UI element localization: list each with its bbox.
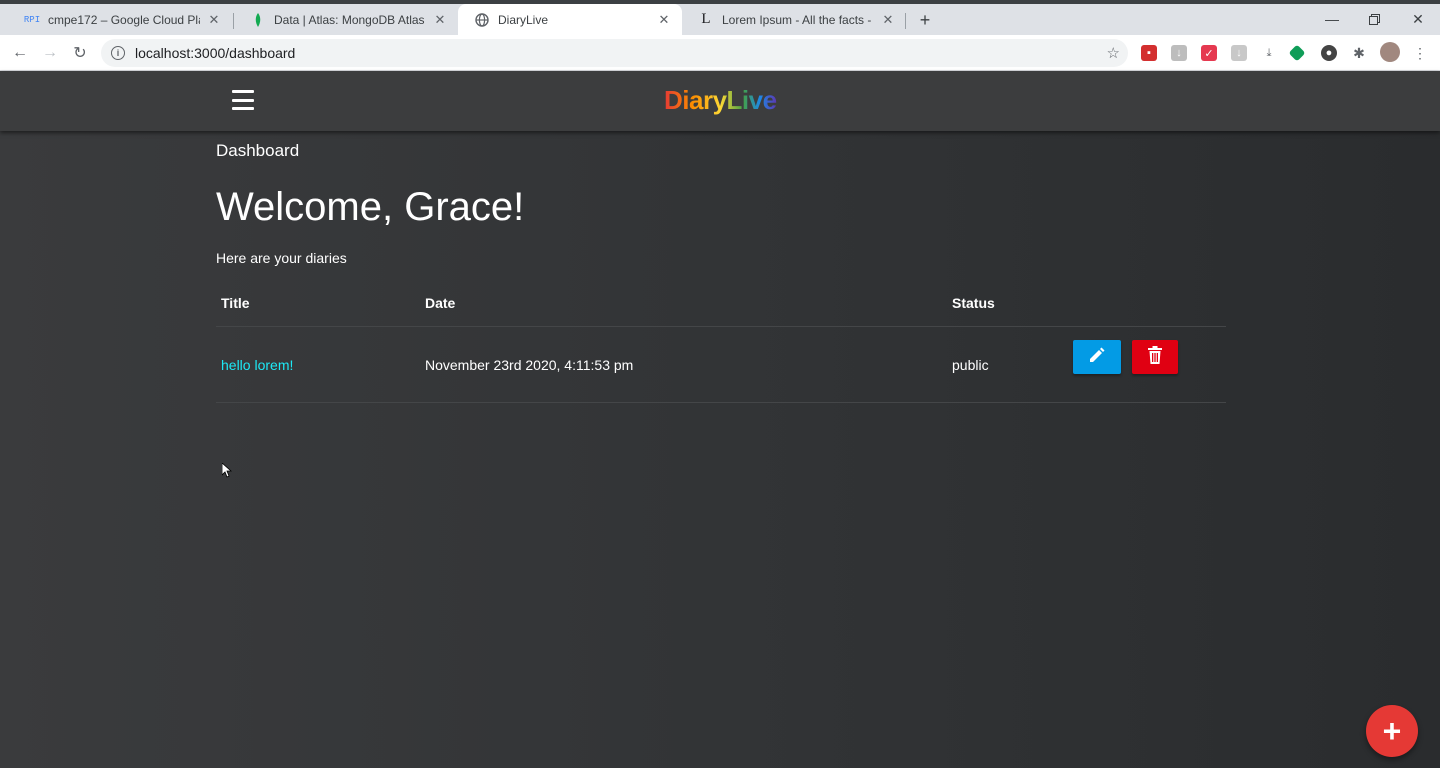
- trash-icon: [1147, 345, 1163, 369]
- restore-icon[interactable]: [1354, 6, 1394, 32]
- lipsum-icon: L: [701, 11, 711, 27]
- menu-kebab-icon[interactable]: ⋮: [1412, 45, 1428, 61]
- hamburger-menu-icon[interactable]: [232, 90, 254, 110]
- mongodb-leaf-icon: [250, 12, 266, 28]
- add-diary-fab[interactable]: +: [1366, 705, 1418, 757]
- close-tab-icon[interactable]: ✕: [880, 12, 896, 28]
- close-tab-icon[interactable]: ✕: [656, 12, 672, 28]
- mouse-cursor-icon: [221, 462, 233, 483]
- forward-icon[interactable]: →: [37, 40, 63, 66]
- extension-red-icon[interactable]: ▪: [1141, 45, 1157, 61]
- tab-title: Data | Atlas: MongoDB Atlas: [274, 12, 425, 27]
- extensions-puzzle-icon[interactable]: ✱: [1351, 45, 1367, 61]
- browser-toolbar: ← → ↻ i localhost:3000/dashboard ☆ ▪ ↓ ✓…: [0, 35, 1440, 71]
- column-header-status: Status: [952, 295, 995, 311]
- download-icon[interactable]: ⤓: [1261, 45, 1277, 61]
- table-divider: [216, 402, 1226, 403]
- tab-mongodb-atlas[interactable]: Data | Atlas: MongoDB Atlas ✕: [234, 4, 458, 35]
- pencil-icon: [1088, 346, 1106, 369]
- column-header-title: Title: [221, 295, 250, 311]
- extension-dark-icon[interactable]: ●: [1321, 45, 1337, 61]
- bookmark-star-icon[interactable]: ☆: [1107, 44, 1120, 62]
- extension-gray-icon[interactable]: ↓: [1231, 45, 1247, 61]
- tab-title: DiaryLive: [498, 12, 549, 27]
- extension-download-gray-icon[interactable]: ↓: [1171, 45, 1187, 61]
- tab-title: Lorem Ipsum - All the facts - Lipsum: [722, 12, 874, 27]
- close-tab-icon[interactable]: ✕: [206, 12, 222, 28]
- diary-title-link[interactable]: hello lorem!: [221, 357, 293, 373]
- site-info-icon[interactable]: i: [111, 46, 125, 60]
- tab-separator: [905, 13, 906, 29]
- url-text[interactable]: localhost:3000/dashboard: [135, 45, 295, 61]
- profile-avatar[interactable]: [1380, 42, 1400, 62]
- app-body: DiaryLive Dashboard Welcome, Grace! Here…: [0, 71, 1440, 768]
- delete-button[interactable]: [1132, 340, 1178, 374]
- tab-google-cloud[interactable]: RPI cmpe172 – Google Cloud Platform ✕: [8, 4, 232, 35]
- diary-date: November 23rd 2020, 4:11:53 pm: [425, 357, 634, 373]
- page-title: Welcome, Grace!: [216, 185, 525, 229]
- new-tab-button[interactable]: +: [914, 9, 936, 31]
- tab-lipsum[interactable]: L Lorem Ipsum - All the facts - Lipsum ✕: [682, 4, 906, 35]
- reload-icon[interactable]: ↻: [67, 40, 93, 66]
- minimize-icon[interactable]: —: [1312, 6, 1352, 32]
- column-header-date: Date: [425, 295, 456, 311]
- close-window-icon[interactable]: ✕: [1398, 6, 1438, 32]
- plus-icon: +: [1382, 712, 1402, 749]
- page-subtitle: Here are your diaries: [216, 250, 347, 266]
- diary-status: public: [952, 357, 989, 373]
- tab-diarylive[interactable]: DiaryLive ✕: [458, 4, 682, 35]
- table-divider: [216, 326, 1226, 327]
- extension-green-icon[interactable]: [1288, 44, 1306, 62]
- close-tab-icon[interactable]: ✕: [432, 12, 448, 28]
- api-icon: RPI: [23, 14, 41, 25]
- brand-logo[interactable]: DiaryLive: [664, 85, 777, 116]
- navbar: DiaryLive: [0, 71, 1440, 131]
- pocket-icon[interactable]: ✓: [1201, 45, 1217, 61]
- browser-tab-strip: RPI cmpe172 – Google Cloud Platform ✕ Da…: [0, 0, 1440, 35]
- tab-title: cmpe172 – Google Cloud Platform: [48, 12, 200, 27]
- breadcrumb[interactable]: Dashboard: [216, 141, 299, 161]
- globe-icon: [474, 12, 490, 28]
- back-icon[interactable]: ←: [7, 40, 33, 66]
- edit-button[interactable]: [1073, 340, 1121, 374]
- address-bar[interactable]: i localhost:3000/dashboard ☆: [101, 39, 1128, 67]
